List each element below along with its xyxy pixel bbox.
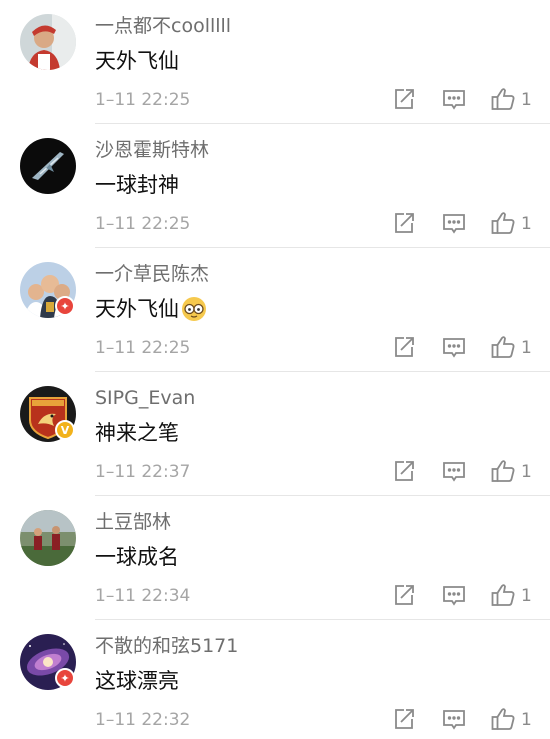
avatar[interactable] [20, 14, 76, 70]
comment-item: V SIPG_Evan 神来之笔 1–11 22:37 1 [0, 372, 550, 496]
reply-icon[interactable] [441, 706, 467, 732]
timestamp: 1–11 22:32 [95, 710, 191, 730]
like-count: 1 [521, 462, 532, 482]
reply-icon[interactable] [441, 334, 467, 360]
thumbs-up-icon[interactable] [490, 706, 516, 732]
comment-text-value: 神来之笔 [95, 421, 179, 445]
comment-text-value: 一球封神 [95, 173, 179, 197]
timestamp: 1–11 22:34 [95, 586, 191, 606]
comment-text: 一球成名 [95, 543, 179, 571]
verified-badge: ✦ [55, 296, 75, 316]
username[interactable]: 不散的和弦5171 [95, 634, 238, 658]
comment-item: 一点都不coolllll 天外飞仙 1–11 22:25 1 [0, 0, 550, 124]
thumbs-up-icon[interactable] [490, 334, 516, 360]
timestamp: 1–11 22:37 [95, 462, 191, 482]
timestamp: 1–11 22:25 [95, 90, 191, 110]
username[interactable]: 一点都不coolllll [95, 14, 231, 38]
share-icon[interactable] [391, 334, 417, 360]
reply-icon[interactable] [441, 582, 467, 608]
comment-text: 这球漂亮 [95, 667, 179, 695]
username[interactable]: SIPG_Evan [95, 386, 195, 410]
comment-item: ✦ 一介草民陈杰 天外飞仙 1–11 22:25 1 [0, 248, 550, 372]
verified-badge: ✦ [55, 668, 75, 688]
thumbs-up-icon[interactable] [490, 210, 516, 236]
share-icon[interactable] [391, 458, 417, 484]
share-icon[interactable] [391, 86, 417, 112]
comment-text-value: 这球漂亮 [95, 669, 179, 693]
comment-item: ✦ 不散的和弦5171 这球漂亮 1–11 22:32 1 [0, 620, 550, 739]
avatar[interactable] [20, 138, 76, 194]
comment-text: 天外飞仙 [95, 295, 207, 323]
comment-item: 沙恩霍斯特林 一球封神 1–11 22:25 1 [0, 124, 550, 248]
reply-icon[interactable] [441, 458, 467, 484]
comment-text-value: 天外飞仙 [95, 297, 179, 321]
thumbs-up-icon[interactable] [490, 582, 516, 608]
like-count: 1 [521, 710, 532, 730]
timestamp: 1–11 22:25 [95, 338, 191, 358]
like-count: 1 [521, 90, 532, 110]
thumbs-up-icon[interactable] [490, 86, 516, 112]
like-count: 1 [521, 214, 532, 234]
verified-badge: V [55, 420, 75, 440]
like-count: 1 [521, 586, 532, 606]
avatar[interactable] [20, 510, 76, 566]
comment-item: 土豆郜林 一球成名 1–11 22:34 1 [0, 496, 550, 620]
comment-text-value: 天外飞仙 [95, 49, 179, 73]
comment-text: 一球封神 [95, 171, 179, 199]
comment-text: 神来之笔 [95, 419, 179, 447]
username[interactable]: 沙恩霍斯特林 [95, 138, 209, 162]
username[interactable]: 土豆郜林 [95, 510, 171, 534]
comment-text: 天外飞仙 [95, 47, 179, 75]
reply-icon[interactable] [441, 210, 467, 236]
share-icon[interactable] [391, 582, 417, 608]
thumbs-up-icon[interactable] [490, 458, 516, 484]
like-count: 1 [521, 338, 532, 358]
reply-icon[interactable] [441, 86, 467, 112]
share-icon[interactable] [391, 210, 417, 236]
username[interactable]: 一介草民陈杰 [95, 262, 209, 286]
share-icon[interactable] [391, 706, 417, 732]
timestamp: 1–11 22:25 [95, 214, 191, 234]
face-with-glasses-emoji [182, 297, 206, 321]
comment-text-value: 一球成名 [95, 545, 179, 569]
